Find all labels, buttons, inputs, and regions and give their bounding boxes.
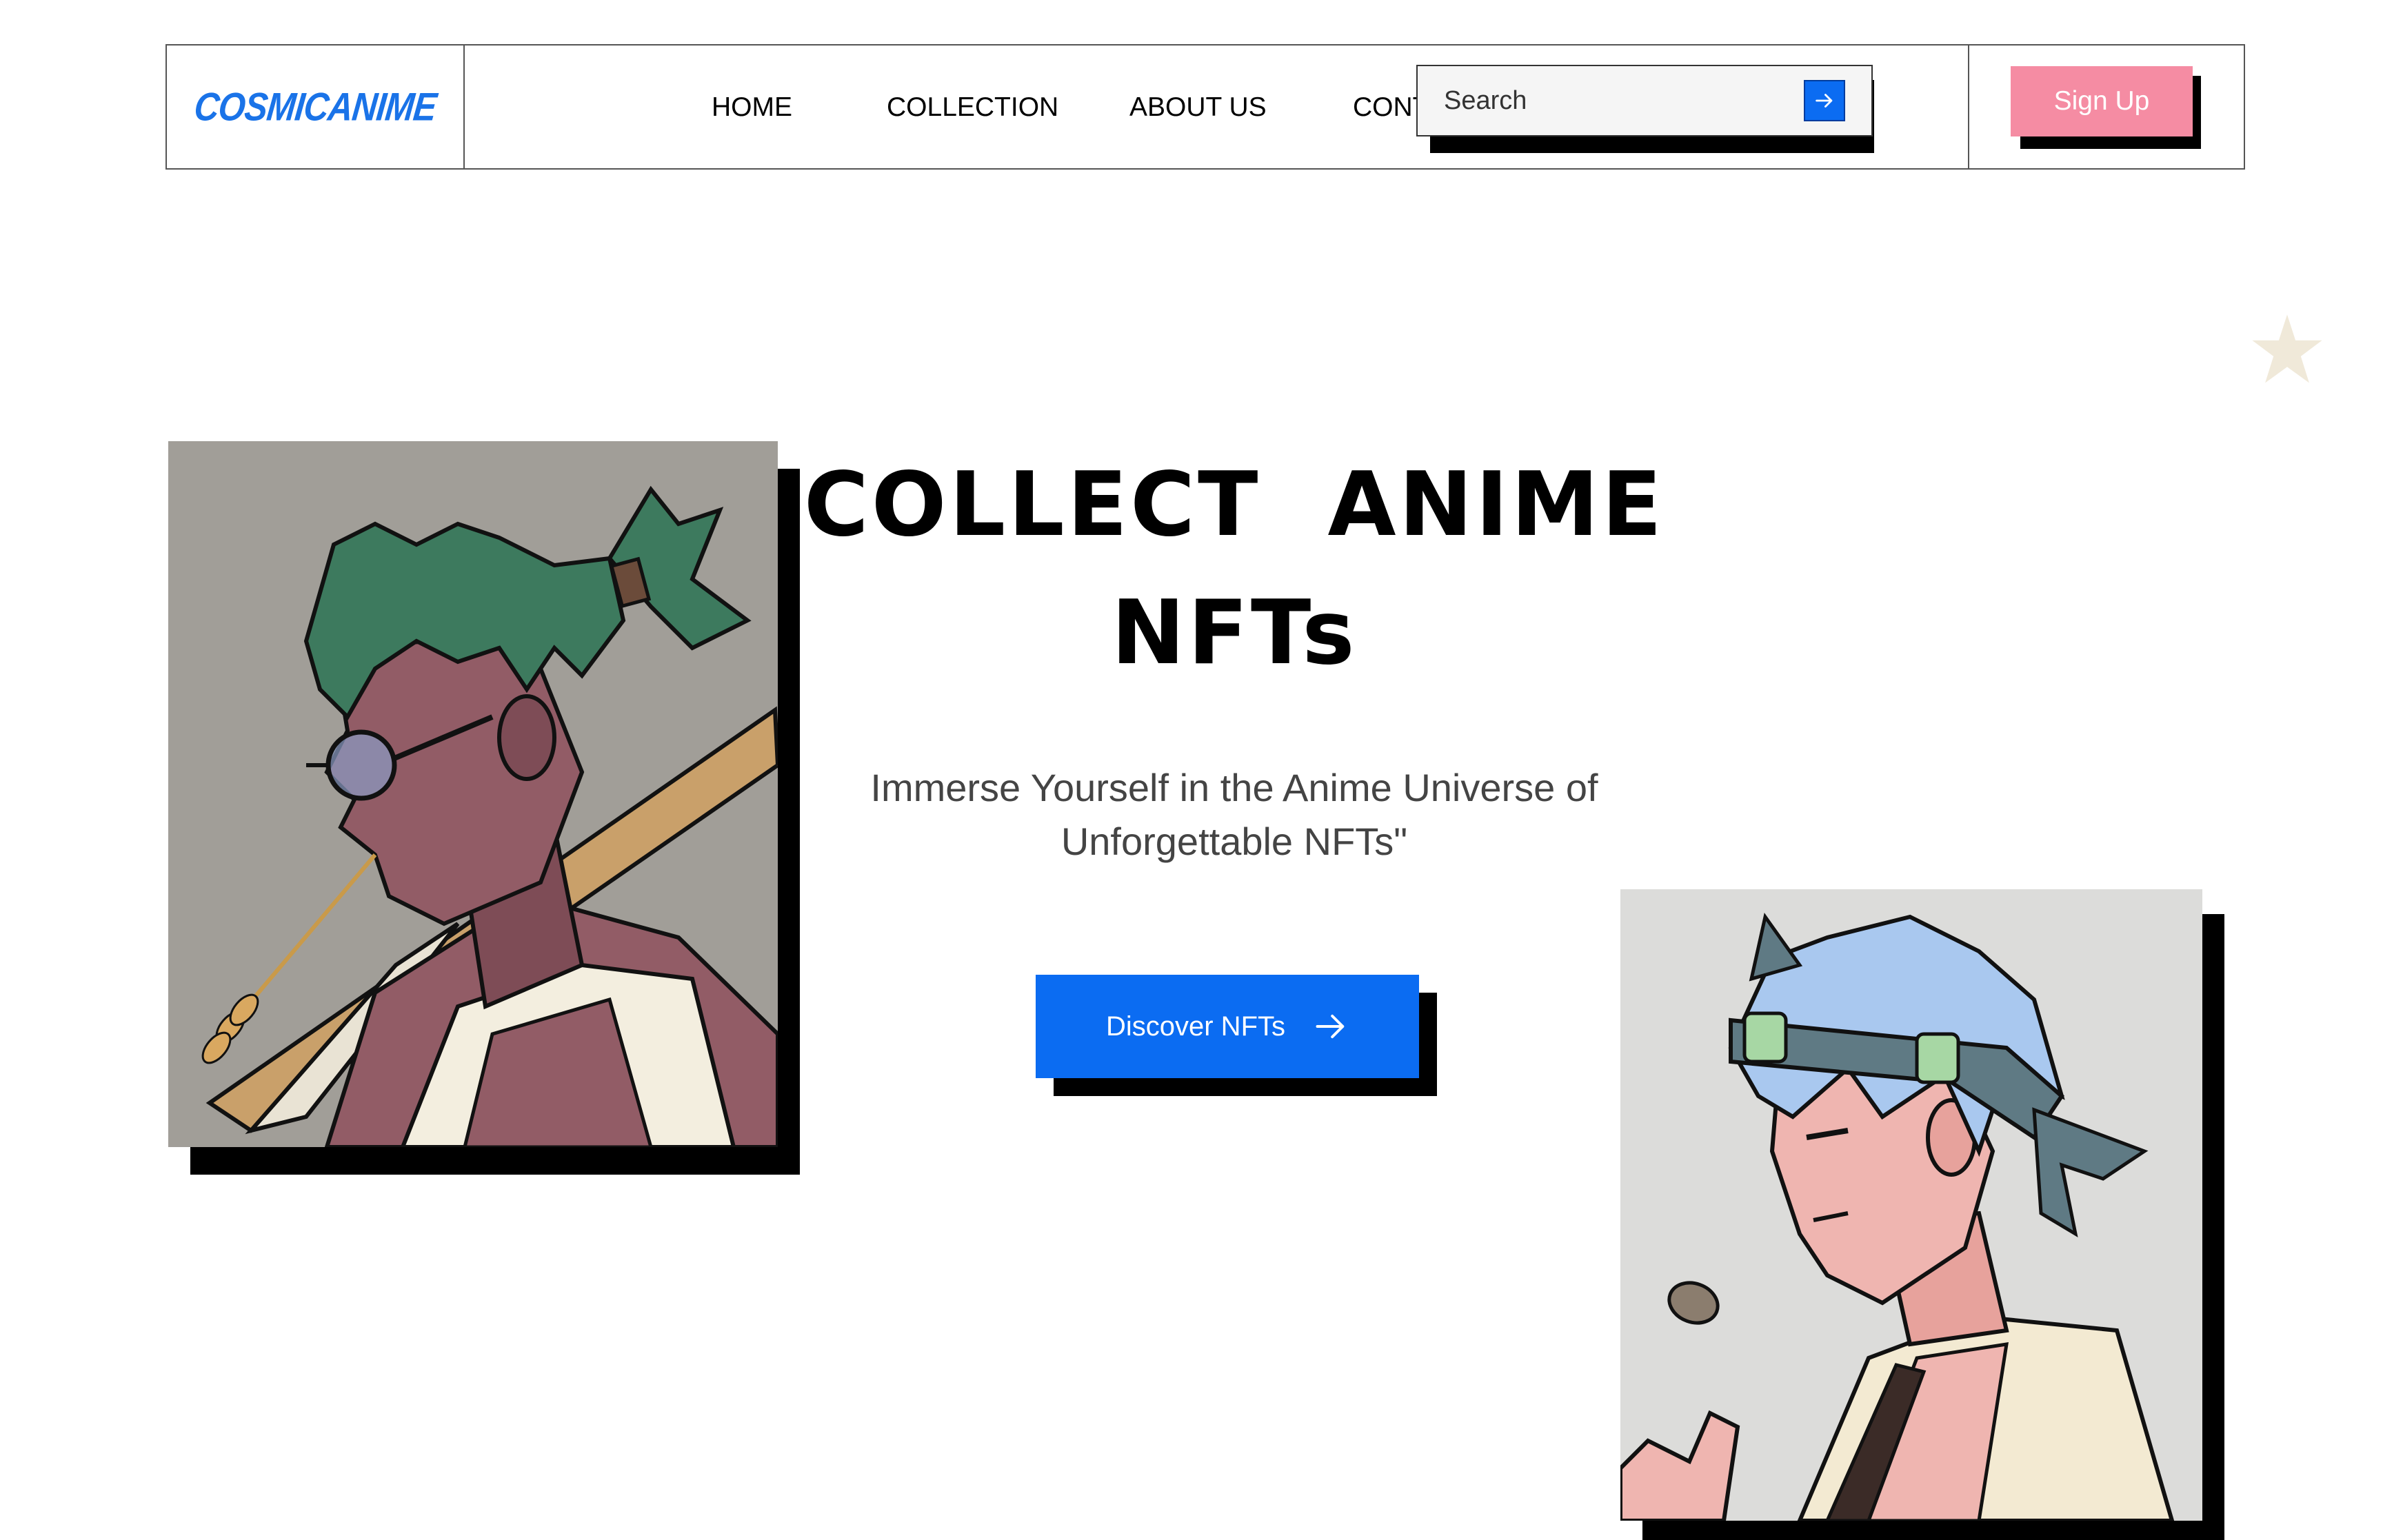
hero-subtitle: Immerse Yourself in the Anime Universe o… — [814, 761, 1655, 869]
signup-cell: Sign Up — [1968, 45, 2244, 168]
discover-nfts-label: Discover NFTs — [1105, 1011, 1286, 1042]
search-submit-button[interactable] — [1804, 80, 1845, 121]
anime-illustration-right — [1620, 889, 2202, 1521]
nav-item-collection[interactable]: COLLECTION — [887, 92, 1058, 123]
brand-logo[interactable]: COSMICANIME — [192, 84, 439, 130]
logo-cell: COSMICANIME — [167, 45, 465, 168]
anime-illustration-left — [168, 441, 778, 1147]
hero-subtitle-line-2: Unforgettable NFTs" — [1060, 820, 1408, 863]
navbar: COSMICANIME HOME COLLECTION ABOUT US CON… — [165, 44, 2245, 170]
hero-title: COLLECT ANIME NFTs — [800, 441, 1669, 698]
hero-title-line-1: COLLECT ANIME — [803, 454, 1665, 556]
search-input[interactable] — [1444, 80, 1789, 121]
hero-title-line-2: NFTs — [1111, 582, 1358, 685]
discover-nfts-button[interactable]: Discover NFTs — [1036, 975, 1419, 1078]
arrow-right-icon — [1816, 94, 1833, 108]
anime-character-image-right[interactable] — [1620, 889, 2202, 1521]
sign-up-button[interactable]: Sign Up — [2011, 66, 2193, 136]
search-bar — [1416, 65, 1874, 153]
nav-item-home[interactable]: HOME — [712, 92, 792, 123]
search-box — [1416, 65, 1873, 136]
hero-subtitle-line-1: Immerse Yourself in the Anime Universe o… — [870, 766, 1598, 809]
nav-item-about-us[interactable]: ABOUT US — [1129, 92, 1267, 123]
anime-character-image-left[interactable] — [168, 441, 778, 1147]
star-icon — [2252, 314, 2322, 383]
arrow-right-icon — [1316, 1014, 1345, 1039]
